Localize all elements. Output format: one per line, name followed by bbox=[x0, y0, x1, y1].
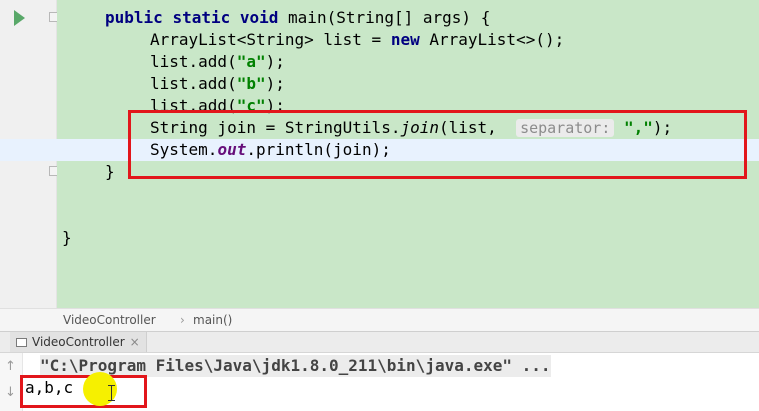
string-literal: "b" bbox=[236, 74, 266, 93]
run-gutter-icon[interactable] bbox=[14, 10, 25, 26]
text-cursor-icon bbox=[108, 385, 115, 401]
console-command-line: "C:\Program Files\Java\jdk1.8.0_211\bin\… bbox=[40, 355, 551, 377]
close-icon[interactable]: × bbox=[130, 332, 140, 352]
scroll-up-icon[interactable]: ↑ bbox=[5, 359, 16, 374]
tab-video-controller[interactable]: VideoController × bbox=[10, 332, 147, 352]
code-line-2: ArrayList<String> list = new ArrayList<>… bbox=[150, 29, 564, 51]
keyword: static bbox=[172, 8, 231, 27]
keyword: new bbox=[390, 30, 420, 49]
keyword: public bbox=[105, 8, 163, 27]
code-line-1: public static void main(String[] args) { bbox=[105, 7, 490, 29]
closing-brace: } bbox=[105, 162, 115, 181]
breadcrumb-class[interactable]: VideoController bbox=[63, 309, 156, 331]
code-text: main(String[] args) { bbox=[278, 8, 491, 27]
keyword: void bbox=[239, 8, 279, 27]
run-tab-bar: VideoController × bbox=[0, 332, 759, 353]
code-text: ); bbox=[265, 74, 285, 93]
code-text: ArrayList<String> list = bbox=[150, 30, 391, 49]
annotation-box bbox=[128, 110, 747, 179]
code-text: ArrayList<>(); bbox=[419, 30, 565, 49]
breadcrumb-separator: › bbox=[180, 313, 185, 327]
closing-brace: } bbox=[62, 228, 72, 247]
code-line-3: list.add("a"); bbox=[150, 51, 285, 73]
code-text: list.add( bbox=[150, 52, 237, 71]
scroll-down-icon[interactable]: ↓ bbox=[5, 385, 16, 400]
string-literal: "a" bbox=[236, 52, 266, 71]
code-text: ); bbox=[265, 52, 285, 71]
code-line-4: list.add("b"); bbox=[150, 73, 285, 95]
breadcrumb: VideoController › main() bbox=[0, 308, 759, 331]
console-icon bbox=[16, 337, 27, 347]
code-text: list.add( bbox=[150, 74, 237, 93]
code-line-9: } bbox=[62, 227, 72, 249]
code-editor[interactable]: public static void main(String[] args) {… bbox=[0, 0, 759, 308]
tab-label: VideoController bbox=[32, 335, 125, 349]
run-panel: VideoController × ↑ ↓ "C:\Program Files\… bbox=[0, 331, 759, 411]
code-line-8: } bbox=[105, 161, 115, 183]
breadcrumb-method[interactable]: main() bbox=[193, 309, 232, 331]
